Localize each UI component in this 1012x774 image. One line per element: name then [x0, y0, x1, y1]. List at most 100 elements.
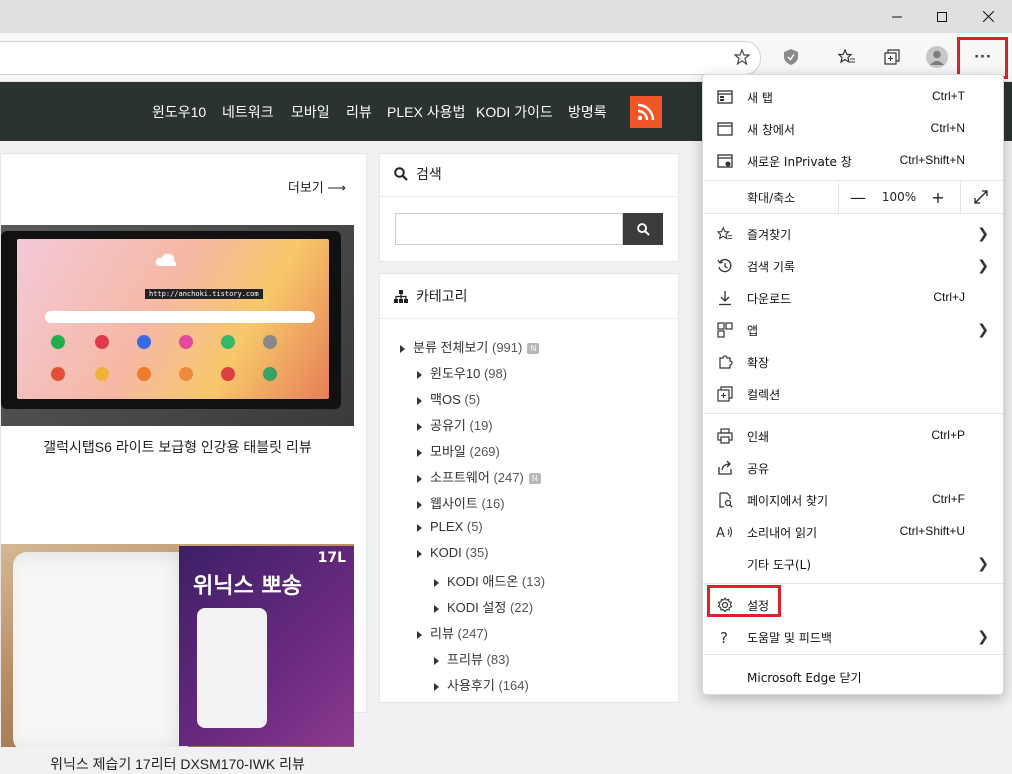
- menu-item-shortcut: Ctrl+Shift+U: [899, 524, 965, 538]
- new-window-icon: [715, 119, 735, 139]
- nav-item-kodi[interactable]: KODI 가이드: [476, 102, 553, 122]
- menu-item-history[interactable]: 검색 기록 ❯: [703, 250, 1003, 282]
- menu-item-label: 검색 기록: [747, 260, 795, 274]
- chevron-right-icon: ❯: [977, 629, 989, 645]
- menu-item-inprivate[interactable]: 새로운 InPrivate 창 Ctrl+Shift+N: [703, 145, 1003, 177]
- post-thumbnail-dehumidifier[interactable]: 위닉스 뽀송 17L: [1, 544, 354, 747]
- more-link[interactable]: 더보기 ⟶: [288, 177, 346, 196]
- menu-item-new-window[interactable]: 새 창에서 Ctrl+N: [703, 113, 1003, 145]
- divider: [380, 318, 678, 319]
- app-icon: [263, 335, 277, 349]
- address-bar[interactable]: [0, 41, 761, 75]
- zoom-out-button[interactable]: —: [843, 181, 873, 213]
- category-count: (269): [469, 444, 500, 459]
- app-icon: [137, 367, 151, 381]
- menu-item-label: 컬렉션: [747, 388, 781, 402]
- category-item[interactable]: 리뷰 (247): [417, 623, 488, 642]
- menu-item-help[interactable]: ? 도움말 및 피드백 ❯: [703, 621, 1003, 653]
- category-label: 모바일: [430, 444, 466, 459]
- menu-item-read-aloud[interactable]: A 소리내어 읽기 Ctrl+Shift+U: [703, 516, 1003, 548]
- category-item[interactable]: KODI 설정 (22): [434, 597, 533, 616]
- zoom-in-button[interactable]: +: [923, 181, 953, 213]
- category-item[interactable]: 분류 전체보기 (991) N: [400, 337, 540, 356]
- category-item[interactable]: KODI (35): [417, 545, 489, 560]
- nav-item-network[interactable]: 네트워크: [222, 102, 274, 122]
- post-thumbnail-tablet[interactable]: http://anchoki.tistory.com: [1, 225, 354, 426]
- chevron-right-icon: ❯: [977, 322, 989, 338]
- maximize-icon[interactable]: [919, 0, 965, 33]
- menu-item-label: 페이지에서 찾기: [747, 494, 829, 508]
- menu-item-collections[interactable]: 컬렉션: [703, 378, 1003, 410]
- menu-item-extensions[interactable]: 확장: [703, 346, 1003, 378]
- category-item[interactable]: 프리뷰 (83): [434, 649, 510, 668]
- menu-item-apps[interactable]: 앱 ❯: [703, 314, 1003, 346]
- app-icon: [95, 335, 109, 349]
- zoom-row: 확대/축소 — 100% +: [703, 181, 1003, 213]
- box-capacity-text: 17L: [317, 550, 346, 566]
- post-title-dehumidifier[interactable]: 위닉스 제습기 17리터 DXSM170-IWK 리뷰: [1, 754, 354, 774]
- more-button-highlight: [957, 37, 1008, 79]
- shield-icon[interactable]: [776, 43, 806, 71]
- category-item[interactable]: 웹사이트 (16): [417, 493, 505, 512]
- category-count: (991): [492, 340, 523, 355]
- fullscreen-icon[interactable]: [965, 181, 997, 213]
- category-widget-title: 카테고리: [394, 286, 468, 306]
- menu-item-menu-16[interactable]: Microsoft Edge 닫기: [703, 661, 1003, 693]
- zoom-value: 100%: [881, 190, 917, 204]
- caret-right-icon: [417, 500, 422, 509]
- category-item[interactable]: 윈도우10 (98): [417, 363, 507, 382]
- minimize-icon[interactable]: [874, 0, 920, 33]
- category-label: PLEX: [430, 519, 464, 534]
- search-icon: [394, 167, 408, 181]
- category-item[interactable]: PLEX (5): [417, 519, 483, 534]
- menu-item-menu-13[interactable]: 기타 도구(L) ❯: [703, 548, 1003, 580]
- nav-item-guestbook[interactable]: 방명록: [568, 102, 607, 122]
- app-icon: [263, 367, 277, 381]
- nav-item-windows10[interactable]: 윈도우10: [152, 102, 206, 122]
- menu-item-label: 도움말 및 피드백: [747, 631, 832, 645]
- search-input[interactable]: [395, 213, 623, 245]
- category-item[interactable]: 소프트웨어 (247) N: [417, 467, 541, 486]
- nav-item-plex[interactable]: PLEX 사용법: [387, 102, 465, 122]
- chevron-right-icon: ❯: [977, 226, 989, 242]
- tablet-url: http://anchoki.tistory.com: [145, 289, 263, 299]
- menu-item-label: 새 탭: [747, 91, 773, 105]
- menu-item-favorites[interactable]: 즐겨찾기 ❯: [703, 218, 1003, 250]
- star-icon[interactable]: [727, 43, 757, 71]
- category-item[interactable]: 모바일 (269): [417, 441, 500, 460]
- caret-right-icon: [434, 578, 439, 587]
- close-icon[interactable]: [965, 0, 1011, 33]
- menu-item-find[interactable]: 페이지에서 찾기 Ctrl+F: [703, 484, 1003, 516]
- rss-icon[interactable]: [630, 96, 662, 128]
- caret-right-icon: [417, 523, 422, 532]
- favorites-icon[interactable]: [832, 43, 862, 71]
- help-icon: ?: [715, 627, 735, 647]
- menu-item-download[interactable]: 다운로드 Ctrl+J: [703, 282, 1003, 314]
- category-item[interactable]: 사용후기 (164): [434, 675, 529, 694]
- print-icon: [715, 426, 735, 446]
- category-count: (19): [469, 418, 493, 433]
- post-title-tablet[interactable]: 갤럭시탭S6 라이트 보급형 인강용 태블릿 리뷰: [1, 437, 354, 457]
- category-count: (98): [483, 366, 508, 381]
- caret-right-icon: [417, 422, 422, 431]
- search-button[interactable]: [623, 213, 663, 245]
- category-item[interactable]: 맥OS (5): [417, 389, 480, 408]
- search-icon: [636, 222, 650, 236]
- caret-right-icon: [417, 474, 422, 483]
- category-title-text: 카테고리: [416, 288, 468, 304]
- collections-icon[interactable]: [877, 43, 907, 71]
- tablet-screen: http://anchoki.tistory.com: [17, 239, 329, 399]
- divider: [380, 196, 678, 197]
- menu-item-share[interactable]: 공유: [703, 452, 1003, 484]
- category-label: 사용후기: [447, 678, 495, 693]
- menu-item-print[interactable]: 인쇄 Ctrl+P: [703, 420, 1003, 452]
- tablet-image: http://anchoki.tistory.com: [1, 231, 341, 409]
- new-badge: N: [528, 473, 541, 485]
- menu-item-new-tab[interactable]: 새 탭 Ctrl+T: [703, 81, 1003, 113]
- category-item[interactable]: 공유기 (19): [417, 415, 493, 434]
- nav-item-review[interactable]: 리뷰: [346, 102, 372, 122]
- profile-icon[interactable]: [922, 43, 952, 71]
- nav-item-mobile[interactable]: 모바일: [291, 102, 330, 122]
- category-item[interactable]: KODI 애드온 (13): [434, 571, 545, 590]
- category-count: (22): [509, 600, 534, 615]
